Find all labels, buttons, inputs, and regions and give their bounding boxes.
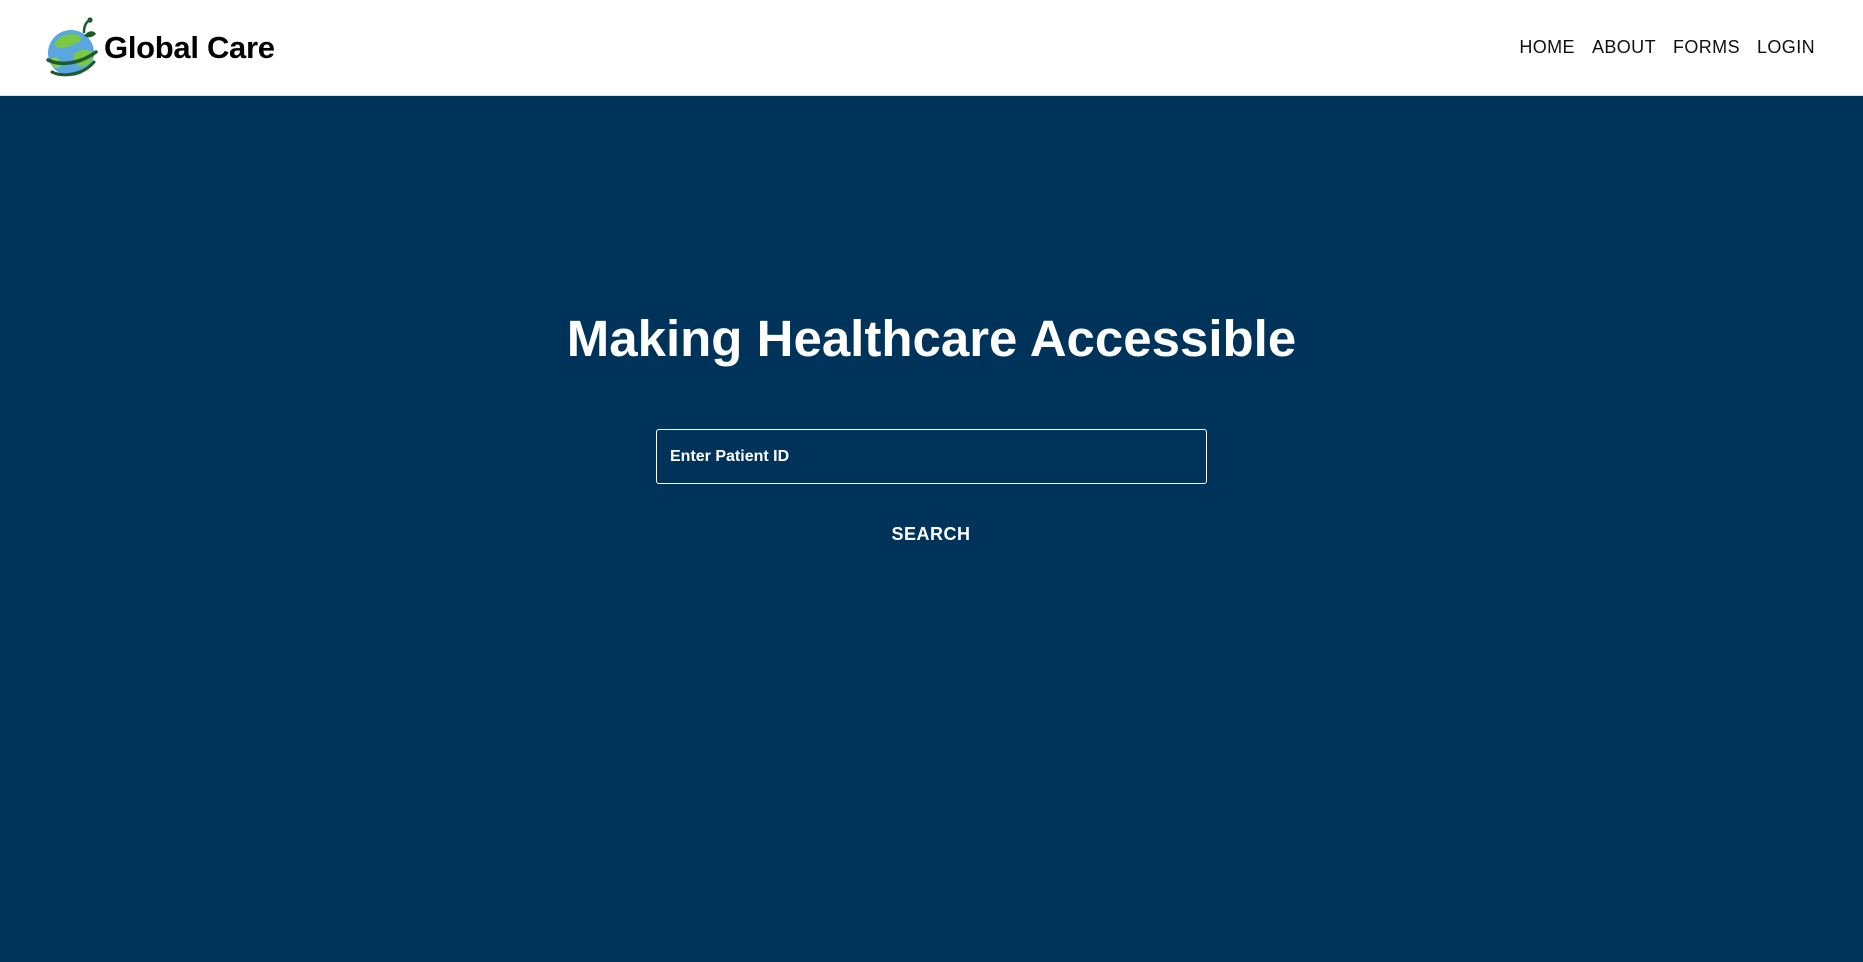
nav-link-forms[interactable]: FORMS <box>1673 37 1740 58</box>
nav-link-about[interactable]: ABOUT <box>1592 37 1656 58</box>
nav-link-login[interactable]: LOGIN <box>1757 37 1815 58</box>
top-navbar: Global Care HOME ABOUT FORMS LOGIN <box>0 0 1863 96</box>
brand-home-link[interactable]: Global Care <box>46 16 275 80</box>
hero-section: Making Healthcare Accessible SEARCH <box>0 96 1863 962</box>
main-nav: HOME ABOUT FORMS LOGIN <box>1519 34 1815 60</box>
hero-title: Making Healthcare Accessible <box>566 310 1297 367</box>
brand-name: Global Care <box>104 30 275 65</box>
nav-link-home[interactable]: HOME <box>1519 37 1575 58</box>
patient-id-input[interactable] <box>656 429 1207 484</box>
search-button[interactable]: SEARCH <box>861 514 1001 554</box>
globe-leaf-icon <box>46 17 98 77</box>
page: Global Care HOME ABOUT FORMS LOGIN Makin… <box>0 0 1863 962</box>
